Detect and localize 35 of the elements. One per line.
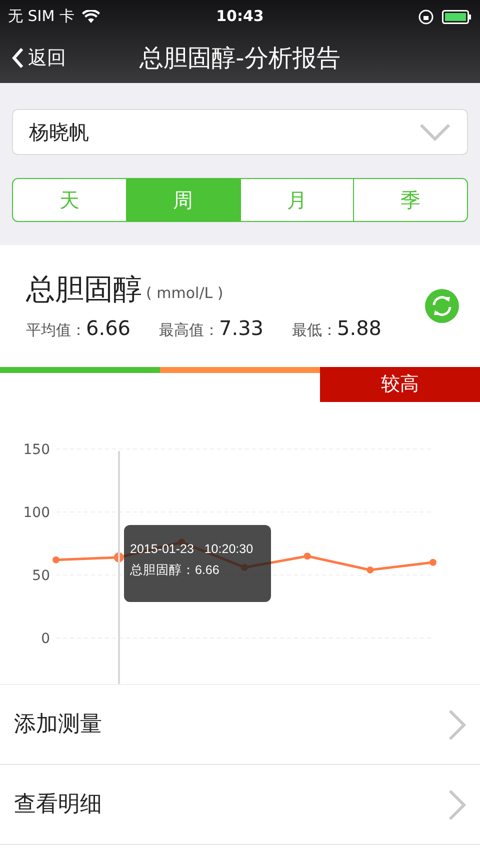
unit-text: ( mmol/L ) <box>146 282 224 304</box>
data-point <box>430 558 436 566</box>
axis-label: 0 <box>41 631 50 647</box>
stat-value: 5.88 <box>337 316 382 341</box>
axis-label: 50 <box>32 568 50 584</box>
action-row[interactable]: 查看明细 <box>0 765 480 845</box>
stat-label: 平均值： <box>26 320 86 340</box>
back-chevron-icon <box>12 47 24 69</box>
tooltip-time: 2015-01-23 10:20:30 <box>130 542 254 557</box>
data-point <box>366 566 374 574</box>
refresh-button[interactable] <box>425 289 459 323</box>
stat-value: 7.33 <box>219 316 264 341</box>
page-title: 总胆固醇-分析报告 <box>140 43 340 74</box>
status-badge: 较高 <box>320 367 480 402</box>
refresh-icon <box>430 294 454 318</box>
stat-value: 6.66 <box>86 316 131 341</box>
person-dropdown[interactable]: 杨晓帆 <box>12 109 468 155</box>
data-point <box>304 552 311 560</box>
action-row[interactable]: 添加测量 <box>0 685 480 765</box>
wifi-icon <box>82 10 100 23</box>
chevron-down-icon <box>419 123 451 141</box>
metric-title: 总胆固醇 <box>26 275 142 304</box>
data-point <box>52 556 60 564</box>
battery-icon <box>442 10 472 24</box>
chevron-right-icon <box>448 788 466 820</box>
chevron-right-icon <box>448 708 466 740</box>
tooltip-value: 总胆固醇：6.66 <box>130 563 220 578</box>
back-button[interactable]: 返回 <box>0 44 66 72</box>
clock-text: 10:43 <box>216 6 264 28</box>
stat-label: 最高值： <box>159 320 219 340</box>
rotation-lock-icon <box>418 8 434 24</box>
stat-label: 最低： <box>292 320 337 340</box>
axis-label: 150 <box>23 442 50 458</box>
carrier-text: 无 SIM 卡 <box>8 6 74 28</box>
axis-label: 100 <box>23 505 50 521</box>
